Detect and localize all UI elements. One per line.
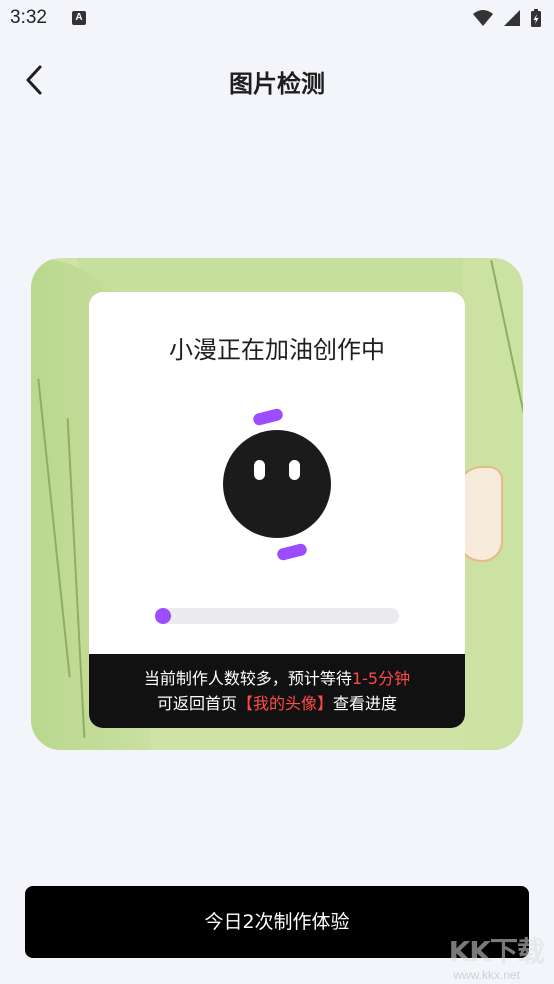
status-time: 3:32 [10,7,47,28]
status-icons [468,8,542,28]
progress-bar-fill [155,608,171,624]
signal-icon [503,10,520,26]
wait-notice-text: 当前制作人数较多，预计等待 [143,669,352,688]
wait-time-highlight: 1-5分钟 [351,669,411,688]
watermark-logo: KK下载 www.kkx.net [418,930,548,984]
notification-badge: A [72,11,86,25]
progress-card: 小漫正在加油创作中 当前制作人数较多，预计等待1-5分钟 可返回首页【我的头像】… [89,292,465,728]
my-avatar-link[interactable]: 【我的头像】 [237,694,333,713]
page-title: 图片检测 [229,70,325,98]
wait-notice-line2: 可返回首页【我的头像】查看进度 [89,691,465,716]
check-progress-text: 查看进度 [333,694,398,713]
header: 图片检测 [0,50,554,110]
return-home-text: 可返回首页 [156,694,237,713]
wait-notice: 当前制作人数较多，预计等待1-5分钟 可返回首页【我的头像】查看进度 [89,654,465,728]
mascot-loading-icon [223,408,331,561]
watermark-url: www.kkx.net [453,968,520,982]
battery-charging-icon [531,9,541,27]
status-bar: 3:32 A [0,0,554,36]
progress-title: 小漫正在加油创作中 [169,336,385,364]
watermark-logo-text: KK下载 [448,935,545,968]
progress-bar [155,608,399,624]
wifi-icon [472,10,493,26]
wait-notice-line1: 当前制作人数较多，预计等待1-5分钟 [89,666,465,691]
